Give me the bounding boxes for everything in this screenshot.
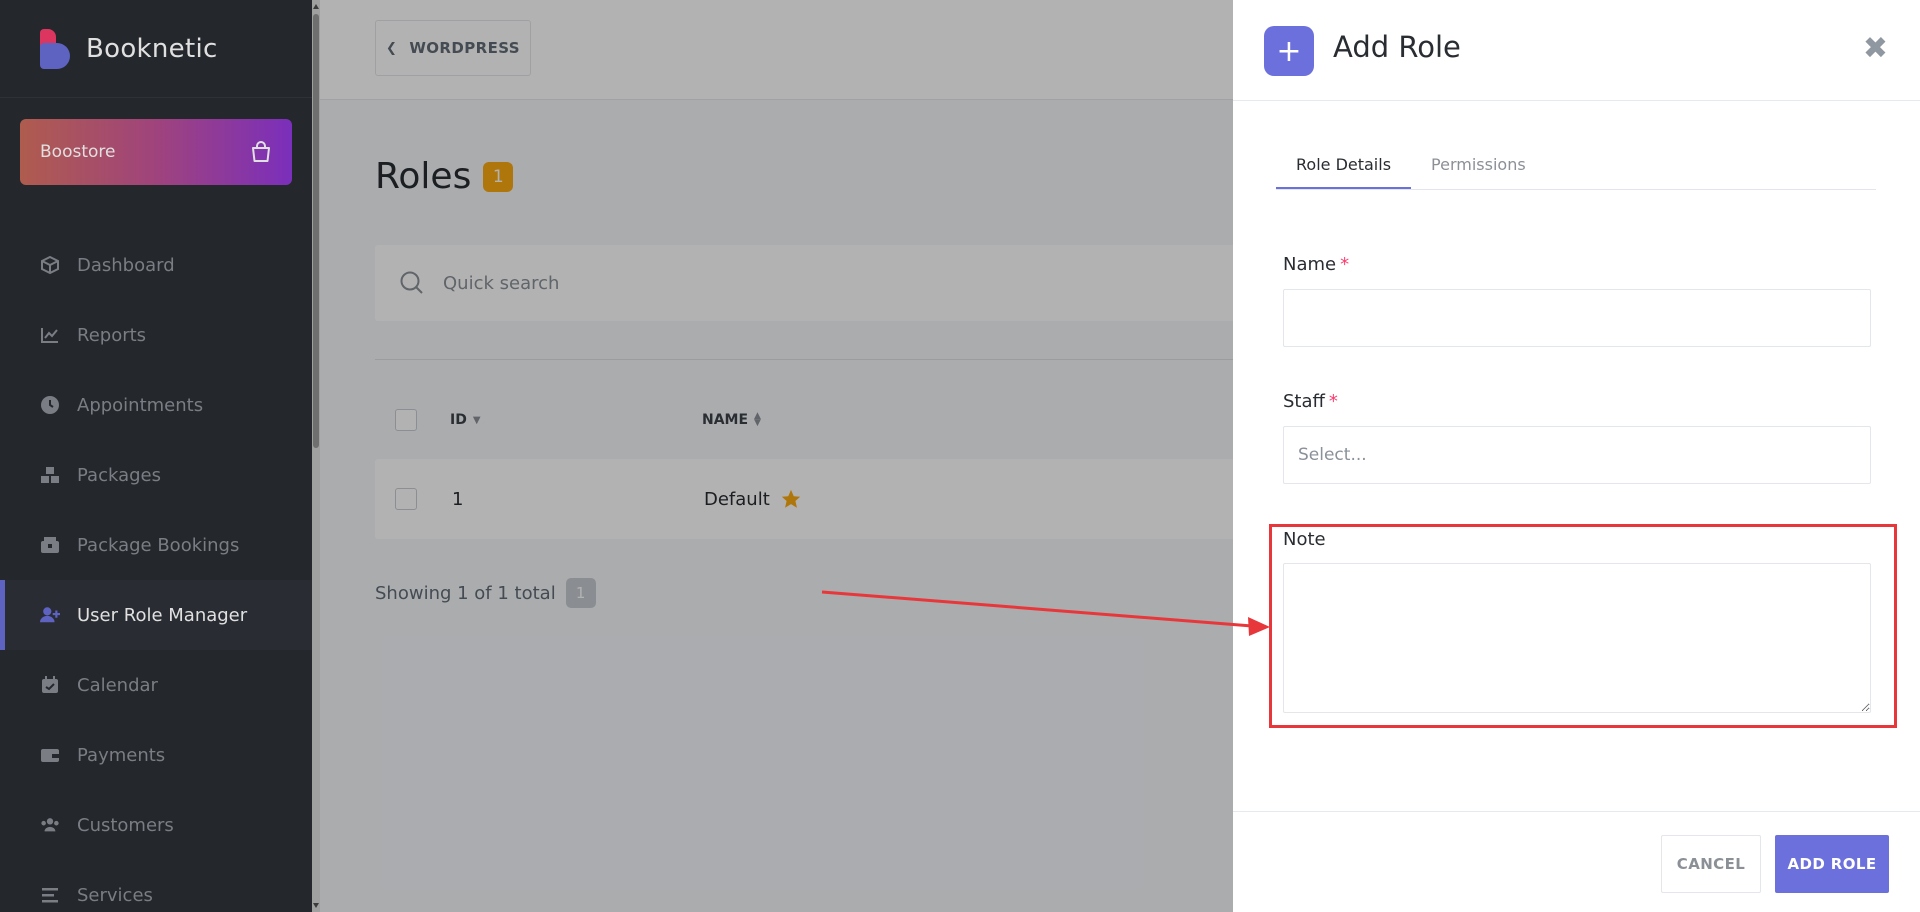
panel-title: Add Role <box>1333 30 1461 64</box>
staff-label: Staff * <box>1283 391 1338 412</box>
name-field[interactable] <box>1283 289 1871 347</box>
staff-label-text: Staff <box>1283 391 1325 412</box>
required-mark: * <box>1340 254 1350 275</box>
panel-header: + Add Role ✖ <box>1233 0 1920 101</box>
sidebar: Booknetic Boostore Dashboard Reports App… <box>0 0 312 912</box>
cancel-button[interactable]: CANCEL <box>1661 835 1761 893</box>
panel-tabs: Role Details Permissions <box>1276 145 1876 190</box>
close-icon[interactable]: ✖ <box>1863 34 1888 64</box>
add-role-panel: + Add Role ✖ Role Details Permissions Na… <box>1233 0 1920 912</box>
tab-permissions[interactable]: Permissions <box>1411 145 1546 189</box>
plus-icon: + <box>1264 26 1314 76</box>
panel-footer: CANCEL ADD ROLE <box>1233 811 1920 912</box>
name-label: Name * <box>1283 254 1349 275</box>
sidebar-dim-overlay <box>0 0 312 912</box>
tab-role-details[interactable]: Role Details <box>1276 145 1412 189</box>
modal-backdrop[interactable] <box>312 0 1233 912</box>
add-role-button[interactable]: ADD ROLE <box>1775 835 1889 893</box>
staff-select[interactable]: Select... <box>1283 426 1871 484</box>
staff-select-placeholder: Select... <box>1298 445 1367 465</box>
name-label-text: Name <box>1283 254 1337 275</box>
annotation-highlight-box <box>1269 524 1897 728</box>
required-mark: * <box>1328 391 1338 412</box>
